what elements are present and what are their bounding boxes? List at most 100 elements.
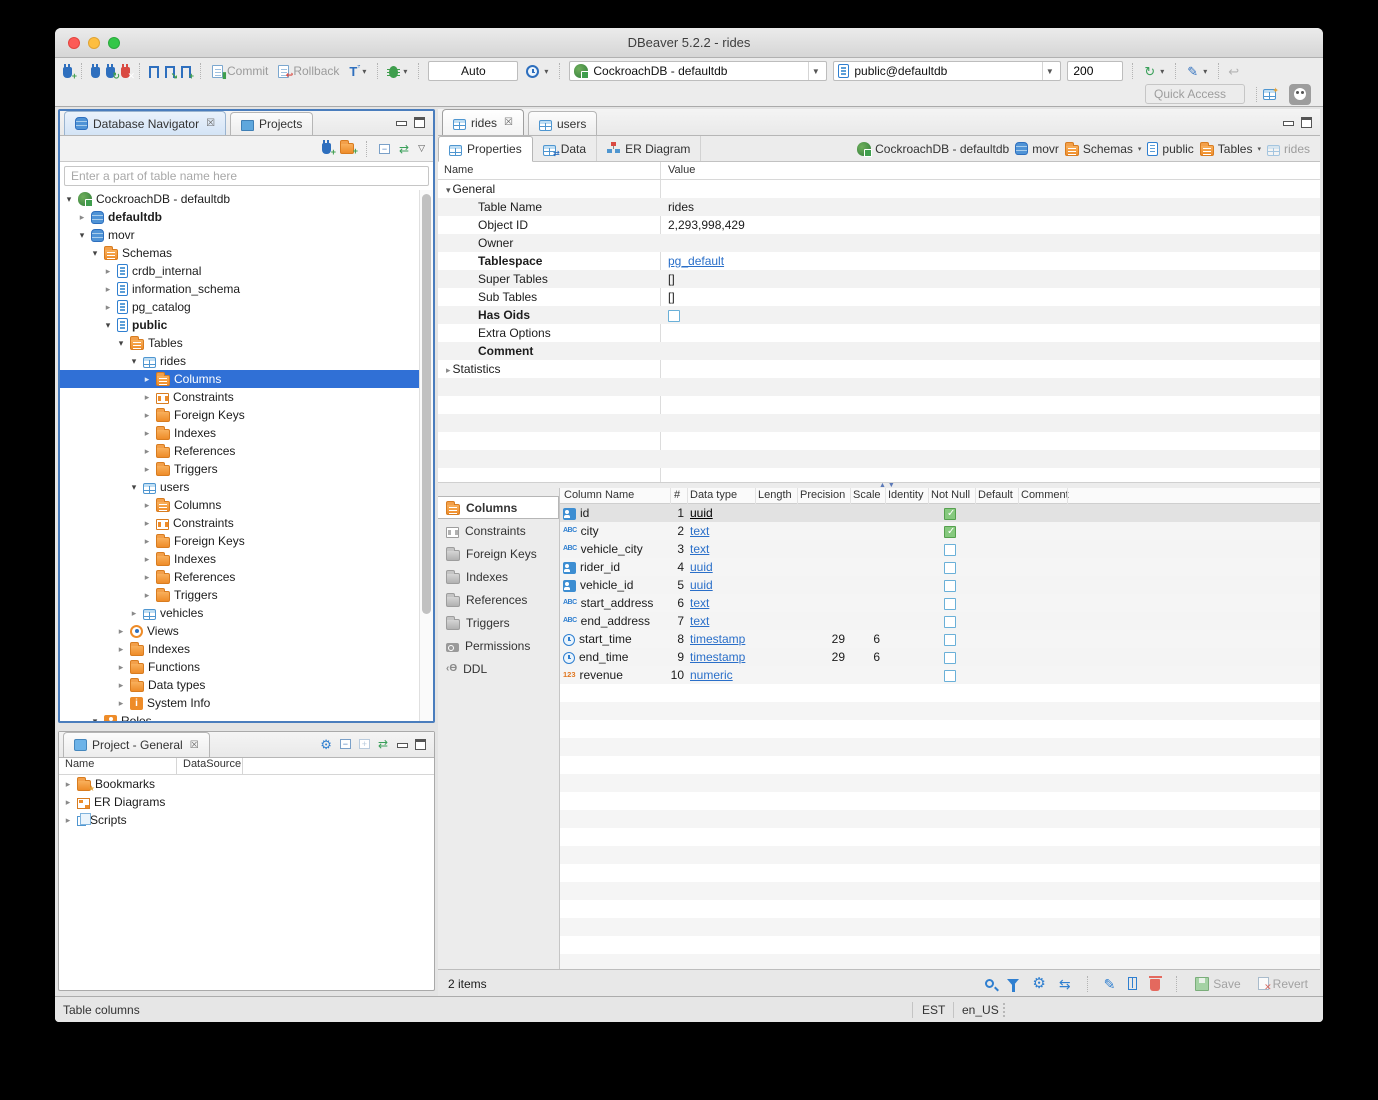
- tree-item[interactable]: iSystem Info: [60, 694, 419, 712]
- vtab-references[interactable]: References: [438, 588, 559, 611]
- tablespace-link[interactable]: pg_default: [668, 254, 724, 268]
- not-null-checkbox[interactable]: [944, 580, 956, 592]
- tree-item[interactable]: Columns: [60, 496, 419, 514]
- breadcrumb-schema[interactable]: public: [1147, 142, 1193, 156]
- column-header[interactable]: Default: [978, 489, 1013, 501]
- column-header[interactable]: #: [674, 489, 680, 501]
- expand-all-icon[interactable]: +: [359, 739, 370, 749]
- column-header[interactable]: Value: [668, 164, 695, 176]
- vtab-indexes[interactable]: Indexes: [438, 565, 559, 588]
- tree-item[interactable]: Indexes: [60, 550, 419, 568]
- quick-access-input[interactable]: [1145, 84, 1245, 104]
- property-row[interactable]: ▸Statistics: [438, 360, 1320, 378]
- not-null-checkbox[interactable]: [944, 616, 956, 628]
- breadcrumb-tables[interactable]: Tables▾: [1200, 142, 1261, 156]
- tree-item[interactable]: ER Diagrams: [59, 793, 434, 811]
- tree-item[interactable]: information_schema: [60, 280, 419, 298]
- expander-icon[interactable]: [90, 248, 100, 259]
- datatype-link[interactable]: uuid: [690, 578, 713, 592]
- rollback-button[interactable]: ↩ Rollback: [276, 60, 341, 82]
- gear-icon[interactable]: ⚙: [1032, 976, 1045, 991]
- disconnect-icon[interactable]: ✕: [121, 67, 130, 78]
- view-menu-icon[interactable]: ▽: [418, 143, 425, 154]
- minimize-view-icon[interactable]: [396, 739, 407, 749]
- schema-combo[interactable]: public@defaultdb ▼: [833, 61, 1061, 81]
- not-null-checkbox[interactable]: [944, 670, 956, 682]
- datatype-link[interactable]: timestamp: [690, 632, 745, 646]
- tree-item-selected[interactable]: Columns: [60, 370, 419, 388]
- datatype-link[interactable]: timestamp: [690, 650, 745, 664]
- column-row[interactable]: rider_id4uuid: [560, 558, 1320, 576]
- sql-editor-new-icon[interactable]: +: [181, 66, 191, 78]
- tree-item[interactable]: pg_catalog: [60, 298, 419, 316]
- debug-button[interactable]: ▾: [387, 60, 409, 82]
- tree-item[interactable]: References: [60, 568, 419, 586]
- expander-icon[interactable]: [142, 572, 152, 583]
- property-row[interactable]: Owner: [438, 234, 1320, 252]
- column-header[interactable]: Precision: [800, 489, 845, 501]
- column-header[interactable]: Name: [59, 758, 177, 774]
- tree-item[interactable]: Constraints: [60, 514, 419, 532]
- expander-icon[interactable]: [77, 212, 87, 223]
- tree-item[interactable]: users: [60, 478, 419, 496]
- column-row[interactable]: ABCvehicle_city3text: [560, 540, 1320, 558]
- close-icon[interactable]: ☒: [504, 117, 513, 128]
- transaction-mode-button[interactable]: T֒▾: [347, 60, 368, 82]
- tree-item[interactable]: Indexes: [60, 424, 419, 442]
- vtab-columns[interactable]: Columns: [438, 496, 559, 519]
- expander-icon[interactable]: [142, 374, 152, 385]
- connection-combo[interactable]: CockroachDB - defaultdb ▼: [569, 61, 827, 81]
- chevron-down-icon[interactable]: ▼: [808, 62, 822, 80]
- expander-icon[interactable]: [142, 500, 152, 511]
- not-null-checkbox[interactable]: [944, 508, 956, 520]
- tree-item[interactable]: crdb_internal: [60, 262, 419, 280]
- maximize-editor-icon[interactable]: [1301, 117, 1312, 128]
- datatype-link[interactable]: text: [690, 596, 709, 610]
- vtab-constraints[interactable]: Constraints: [438, 519, 559, 542]
- expander-icon[interactable]: [142, 428, 152, 439]
- expander-icon[interactable]: [142, 446, 152, 457]
- column-header[interactable]: Not Null: [931, 489, 970, 501]
- edit-pencil-icon[interactable]: ✎: [1104, 977, 1116, 991]
- subtab-properties[interactable]: Properties: [438, 136, 533, 162]
- datatype-link[interactable]: numeric: [690, 668, 733, 682]
- datatype-link[interactable]: text: [690, 542, 709, 556]
- chevron-down-icon[interactable]: ▼: [1042, 62, 1056, 80]
- dbeaver-perspective-icon[interactable]: [1289, 84, 1311, 105]
- vtab-foreign-keys[interactable]: Foreign Keys: [438, 542, 559, 565]
- undo-icon[interactable]: ↩: [1228, 65, 1239, 78]
- column-header[interactable]: Comment: [1021, 489, 1069, 501]
- minimize-view-icon[interactable]: [395, 117, 406, 127]
- expander-icon[interactable]: [63, 815, 73, 826]
- column-header[interactable]: Length: [758, 489, 792, 501]
- save-button[interactable]: Save: [1193, 973, 1242, 995]
- locale-indicator[interactable]: en_US: [962, 1003, 999, 1017]
- vtab-ddl[interactable]: ‹ƟDDL: [438, 657, 559, 680]
- expander-icon[interactable]: [116, 698, 126, 709]
- expander-icon[interactable]: [142, 536, 152, 547]
- commit-button[interactable]: ▮ Commit: [210, 60, 270, 82]
- gear-icon[interactable]: ⚙: [320, 738, 332, 751]
- expander-icon[interactable]: [116, 338, 126, 349]
- tree-item[interactable]: vehicles: [60, 604, 419, 622]
- column-row[interactable]: 123revenue10numeric: [560, 666, 1320, 684]
- close-icon[interactable]: ☒: [206, 118, 215, 129]
- columns-config-icon[interactable]: [1128, 977, 1137, 990]
- expander-icon[interactable]: [77, 230, 87, 241]
- tree-item[interactable]: Scripts: [59, 811, 434, 829]
- tree-item[interactable]: Indexes: [60, 640, 419, 658]
- tree-item[interactable]: Triggers: [60, 586, 419, 604]
- expander-icon[interactable]: [142, 554, 152, 565]
- tree-item[interactable]: ★Bookmarks: [59, 775, 434, 793]
- expander-icon[interactable]: [129, 356, 139, 367]
- expander-icon[interactable]: [64, 194, 74, 205]
- expander-icon[interactable]: [103, 284, 113, 295]
- expander-icon[interactable]: [142, 464, 152, 475]
- column-row[interactable]: ABCend_address7text: [560, 612, 1320, 630]
- connection-new-icon[interactable]: +: [322, 143, 331, 154]
- breadcrumb-database[interactable]: movr: [1015, 142, 1059, 156]
- autocommit-combo[interactable]: Auto: [428, 61, 518, 81]
- sql-editor-icon[interactable]: [149, 66, 159, 78]
- timezone-indicator[interactable]: EST: [922, 1003, 945, 1017]
- column-header[interactable]: Name: [444, 164, 473, 176]
